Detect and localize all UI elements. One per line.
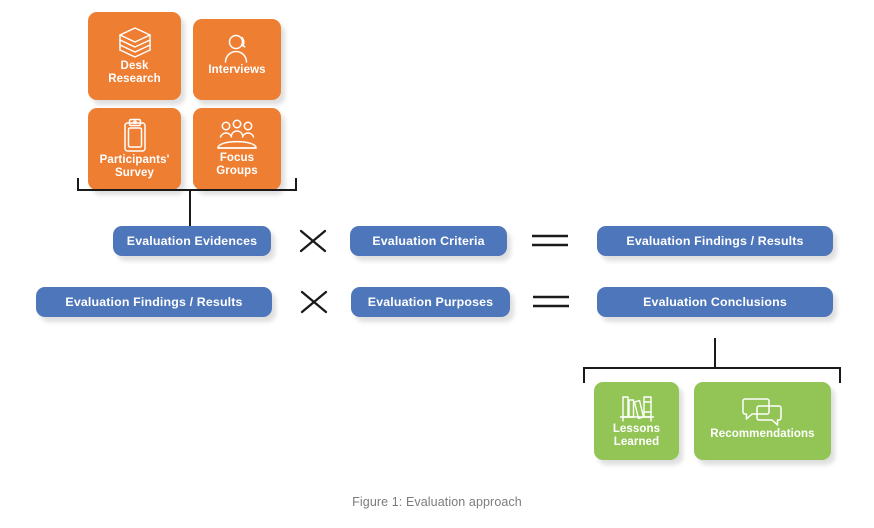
method-card-participants-survey: Participants' Survey xyxy=(88,108,181,190)
clipboard-icon xyxy=(121,118,149,154)
output-card-label: Lessons Learned xyxy=(612,423,661,449)
figure-caption: Figure 1: Evaluation approach xyxy=(352,495,522,509)
pill-label: Evaluation Purposes xyxy=(367,295,494,309)
bracket-bottom-left-arm xyxy=(583,367,586,383)
method-card-label: Focus Groups xyxy=(216,152,258,178)
books-stack-icon xyxy=(115,26,155,60)
pill-evaluation-conclusions: Evaluation Conclusions xyxy=(597,287,833,317)
method-card-label: Interviews xyxy=(208,64,266,76)
pill-evaluation-evidences: Evaluation Evidences xyxy=(113,226,271,256)
pill-evaluation-criteria: Evaluation Criteria xyxy=(350,226,507,256)
pill-label: Evaluation Conclusions xyxy=(643,295,787,309)
bookshelf-icon xyxy=(619,393,655,423)
equals-icon xyxy=(532,293,570,311)
bracket-top-horizontal xyxy=(77,189,297,192)
pill-label: Evaluation Criteria xyxy=(372,234,485,248)
output-card-lessons-learned: Lessons Learned xyxy=(594,382,679,460)
output-card-recommendations: Recommendations xyxy=(694,382,831,460)
pill-evaluation-findings-results-row1: Evaluation Findings / Results xyxy=(597,226,833,256)
times-icon xyxy=(299,289,329,315)
times-icon xyxy=(298,228,328,254)
bracket-bottom-stem xyxy=(714,338,717,369)
pill-label: Evaluation Findings / Results xyxy=(626,234,804,248)
equals-icon xyxy=(531,232,569,250)
method-card-desk-research: Desk Research xyxy=(88,12,181,100)
method-card-focus-groups: Focus Groups xyxy=(193,108,281,190)
bracket-top-stem xyxy=(189,189,192,227)
bracket-top-left-arm xyxy=(77,178,80,191)
group-meeting-icon xyxy=(215,119,259,152)
bracket-bottom-right-arm xyxy=(839,367,842,383)
pill-label: Evaluation Findings / Results xyxy=(65,295,243,309)
pill-evaluation-purposes: Evaluation Purposes xyxy=(351,287,510,317)
speech-bubbles-icon xyxy=(741,396,785,428)
person-headset-icon xyxy=(220,32,254,64)
method-card-interviews: Interviews xyxy=(193,19,281,100)
evaluation-approach-diagram: Desk Research Interviews Participants' S… xyxy=(0,0,874,528)
method-card-label: Participants' Survey xyxy=(99,154,170,180)
pill-label: Evaluation Evidences xyxy=(126,234,258,248)
output-card-label: Recommendations xyxy=(710,428,815,440)
pill-evaluation-findings-results-row2: Evaluation Findings / Results xyxy=(36,287,272,317)
bracket-bottom-horizontal xyxy=(583,367,841,370)
bracket-top-right-arm xyxy=(295,178,298,191)
method-card-label: Desk Research xyxy=(108,60,161,86)
